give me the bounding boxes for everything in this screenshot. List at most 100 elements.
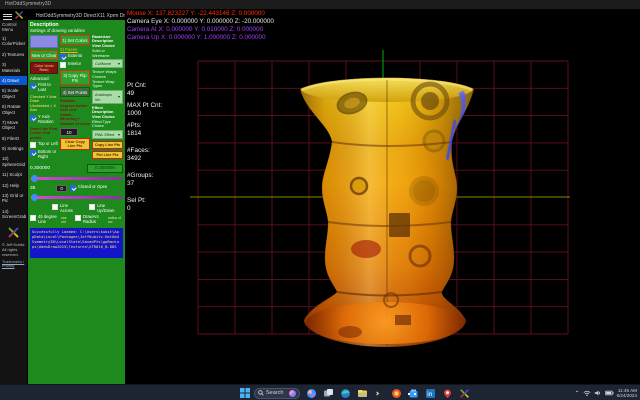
mouse-readout: Mouse X: 137.823227 Y: -22.443146 Z: 0.0…	[127, 10, 274, 18]
y-axis-rotation-checkbox[interactable]: Y Axis Rotation	[30, 115, 58, 125]
first-to-last-checkbox[interactable]: First to Last	[30, 83, 58, 93]
current-color-swatch[interactable]	[30, 35, 58, 48]
sidebar-item-materials[interactable]: 3) Materials	[0, 60, 27, 75]
hamburger-menu-icon[interactable]	[3, 12, 12, 20]
slider1-value-button[interactable]: 0.300000	[87, 164, 123, 173]
camera-eye-readout: Camera Eye X: 0.000000 Y: 0.000000 Z: -2…	[127, 18, 274, 26]
put-line-pts-button[interactable]: Put Line Pts	[92, 151, 123, 159]
set-colors-button[interactable]: 1) Set Colors	[60, 35, 90, 45]
footer-links[interactable]: Trademarks / Privacy	[0, 258, 27, 270]
file-explorer-icon[interactable]	[357, 388, 368, 399]
sidebar-item-settings[interactable]: 9) Settings	[0, 144, 27, 153]
checkbox-label: First to Last	[38, 83, 58, 93]
checkbox-label: DrawArc Radius	[83, 215, 106, 225]
linkedin-icon[interactable]: in	[425, 388, 436, 399]
deg45-note: use ctrl	[61, 216, 70, 224]
slider-knob[interactable]	[32, 194, 37, 201]
spare-input[interactable]: 0	[56, 185, 67, 192]
rasterizer-header: Rasterizer Description View Choice	[92, 35, 123, 48]
sidebar-item-rotate-object[interactable]: 6) Rotate Object	[0, 102, 27, 117]
checkbox-box[interactable]	[30, 150, 36, 156]
sidebar-header: Control Menu	[0, 20, 27, 34]
start-button-icon[interactable]	[240, 388, 250, 398]
vase-model[interactable]	[300, 76, 474, 347]
store-icon[interactable]	[408, 388, 419, 399]
sidebar-item-screengrab[interactable]: 14) ScreenGrab	[0, 207, 27, 222]
checkbox-label: Y Axis Rotation	[38, 115, 58, 125]
edge-icon[interactable]	[340, 388, 351, 399]
copy-flip-pts-button[interactable]: 3) Copy Flip Pts	[60, 70, 90, 85]
viewport-3d-canvas[interactable]	[185, 45, 640, 355]
sidebar-item-textures[interactable]: 2) Textures	[0, 50, 27, 59]
slider2-label: 36	[30, 186, 35, 191]
sidebar-item-help[interactable]: 12) Help	[0, 181, 27, 190]
slider-track[interactable]	[31, 196, 122, 199]
texture-wrap-select[interactable]: Anistropic Wr..	[92, 90, 123, 104]
rotation-degrees-note: Rotation Degrees before next Line Drawn,…	[60, 99, 90, 126]
sidebar-item-fileio[interactable]: 8) FileIO	[0, 134, 27, 143]
slider-knob[interactable]	[32, 175, 37, 182]
sidebar-item-move-object[interactable]: 7) Move Object	[0, 118, 27, 133]
interior-checkbox[interactable]: Interior	[60, 62, 90, 68]
line-updown-checkbox[interactable]: Line Up/Down	[89, 204, 123, 214]
checkbox-box[interactable]	[75, 215, 81, 221]
faces-link[interactable]: 2) Faces	[60, 47, 90, 52]
effect-type-select[interactable]: RWL Effect	[92, 130, 123, 139]
checkbox-box[interactable]	[30, 115, 36, 121]
battery-icon[interactable]	[605, 389, 614, 397]
task-view-icon[interactable]	[323, 388, 334, 399]
checkbox-box[interactable]	[60, 54, 66, 60]
sidebar-item-colorpicker[interactable]: 1) ColorPicker	[0, 34, 27, 49]
stat-value: 0	[127, 205, 162, 213]
volume-icon[interactable]	[594, 389, 602, 397]
closed-or-open-checkbox[interactable]: Closed or Open	[70, 185, 107, 191]
deg45-line-checkbox[interactable]: 45 degree Line	[30, 215, 59, 225]
search-highlights-icon	[289, 390, 296, 397]
checkbox-label: Line Across	[60, 204, 81, 214]
slider-track[interactable]	[31, 177, 122, 180]
set-points-button[interactable]: 4) Set Points	[60, 87, 90, 97]
checkbox-box[interactable]	[89, 204, 95, 210]
select-value: Anistropic Wr..	[95, 92, 118, 102]
color-undo-redo-button[interactable]: Color Undo Redo	[30, 62, 58, 74]
sidebar-item-spheregrid[interactable]: 10) SphereGrid	[0, 154, 27, 169]
line-across-checkbox[interactable]: Line Across	[52, 204, 81, 214]
top-or-left-checkbox[interactable]: Top or Left	[30, 142, 58, 148]
rasterizer-select[interactable]: CullNone	[92, 59, 123, 68]
checkbox-box[interactable]	[30, 215, 36, 221]
wifi-icon[interactable]	[583, 389, 591, 397]
coordinate-readouts: Mouse X: 137.823227 Y: -22.443146 Z: 0.0…	[127, 10, 274, 42]
checkbox-label: Interior	[68, 62, 81, 67]
hotoddsymmetry-app-icon[interactable]	[459, 388, 470, 399]
checkbox-box[interactable]	[70, 185, 76, 191]
new-or-clear-button[interactable]: New or Clear	[30, 50, 58, 60]
checkbox-box[interactable]	[30, 142, 36, 148]
terminal-icon[interactable]	[374, 388, 385, 399]
sidebar-item-scale-object[interactable]: 5) Scale Object	[0, 86, 27, 101]
tray-chevron-icon[interactable]: ⌃	[575, 390, 580, 397]
stat-value: 1000	[127, 110, 162, 118]
windows-taskbar: Search in	[0, 384, 640, 400]
bottom-or-right-checkbox[interactable]: Bottom or Right	[30, 150, 58, 160]
sidebar-item-draw[interactable]: 4) Draw!	[0, 76, 27, 85]
checkbox-box[interactable]	[52, 204, 58, 210]
exterior-checkbox[interactable]: Exterior	[60, 54, 90, 60]
rotation-degrees-input[interactable]: 10	[60, 128, 78, 136]
checkbox-box[interactable]	[60, 62, 66, 68]
copilot-icon[interactable]	[306, 388, 317, 399]
scale-slider[interactable]	[30, 174, 123, 183]
taskbar-search-box[interactable]: Search	[254, 388, 300, 399]
checkbox-box[interactable]	[30, 83, 36, 89]
sidebar-item-grid-or-pic[interactable]: 13) Grid or Pic	[0, 191, 27, 206]
maps-pin-icon[interactable]	[442, 388, 453, 399]
app-window: HotOddSymmetry3D HotOddSymmetry3D Direct…	[0, 0, 640, 400]
sidebar-item-sculpt[interactable]: 11) Sculpt	[0, 170, 27, 179]
copy-line-pts-button[interactable]: Copy Line Pts	[92, 141, 123, 149]
taskbar-clock[interactable]: 11:45 AM 6/24/2024	[617, 388, 637, 399]
checkbox-label: Line Up/Down	[97, 204, 123, 214]
segments-slider[interactable]	[30, 193, 123, 202]
drawarc-radius-checkbox[interactable]: DrawArc Radius	[75, 215, 106, 225]
stat-label: Sel Pt:	[127, 197, 162, 205]
photos-icon[interactable]	[391, 388, 402, 399]
clear-copy-line-pts-button[interactable]: Clear Copy Line Pts	[60, 138, 90, 150]
